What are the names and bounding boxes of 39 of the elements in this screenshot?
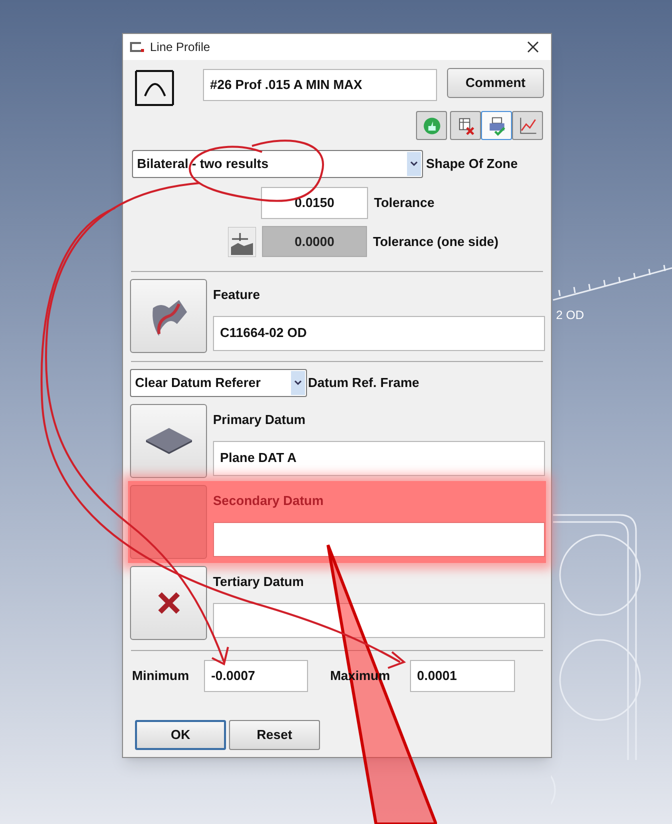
field-label: Datum Ref. Frame — [308, 374, 420, 392]
minimum-field[interactable]: -0.0007 — [204, 660, 308, 692]
datum-button[interactable] — [130, 566, 207, 640]
comment-button[interactable]: Comment — [447, 68, 544, 98]
cad-dimension-text: 2 OD — [556, 307, 584, 324]
field-label: Secondary Datum — [213, 492, 325, 510]
dialog-button[interactable]: Reset — [229, 720, 320, 750]
plane-icon — [144, 427, 192, 455]
field-label: Primary Datum — [213, 411, 306, 429]
close-icon[interactable] — [527, 41, 539, 53]
maximum-field[interactable]: 0.0001 — [410, 660, 516, 692]
toolbar-button[interactable] — [481, 111, 512, 140]
text-field[interactable] — [213, 602, 545, 638]
text-field[interactable] — [213, 522, 545, 556]
feature-button[interactable] — [130, 279, 207, 353]
datum-button[interactable] — [130, 404, 207, 478]
name-field[interactable]: #26 Prof .015 A MIN MAX — [203, 69, 437, 101]
dropdown[interactable]: Clear Datum Referer — [130, 369, 307, 397]
text-field[interactable]: C11664-02 OD — [213, 316, 545, 350]
window-title: Line Profile — [150, 39, 210, 56]
dropdown[interactable]: Bilateral - two results — [132, 150, 423, 178]
dialog-button[interactable]: OK — [135, 720, 226, 750]
tolerance-field[interactable]: 0.0150 — [261, 187, 368, 219]
field-label: Tertiary Datum — [213, 573, 305, 591]
toolbar-button[interactable] — [512, 111, 543, 140]
terrain-icon — [228, 226, 256, 256]
field-label: Minimum — [132, 667, 190, 686]
field-label: Feature — [213, 286, 261, 304]
field-label: Shape Of Zone — [426, 155, 518, 174]
profile-app-icon — [129, 42, 145, 52]
field-label: Tolerance — [374, 194, 434, 212]
toolbar-button[interactable] — [416, 111, 447, 140]
text-field[interactable]: Plane DAT A — [213, 440, 545, 476]
cross-icon — [156, 590, 182, 616]
toolbar-button[interactable] — [450, 111, 481, 140]
field-label: Tolerance (one side) — [373, 232, 498, 251]
chevron-down-icon — [291, 371, 305, 395]
chevron-down-icon — [407, 152, 421, 176]
profile-symbol-icon — [135, 70, 175, 106]
